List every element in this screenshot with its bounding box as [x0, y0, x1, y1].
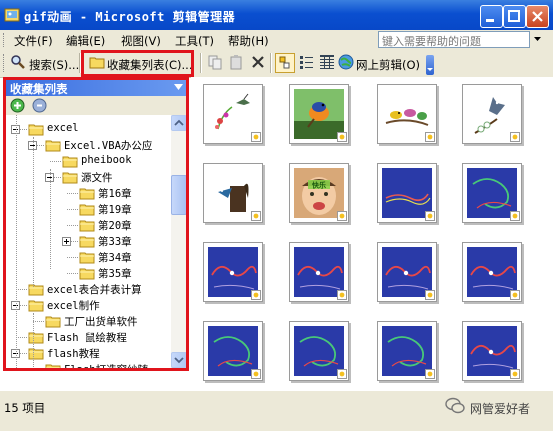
clip-gallery: 快乐 [191, 77, 553, 390]
clip-thumbnail[interactable] [462, 163, 522, 223]
paste-icon[interactable] [228, 54, 244, 70]
clip-thumbnail[interactable] [377, 321, 437, 381]
menubar-grip[interactable] [3, 33, 7, 47]
menu-edit[interactable]: 编辑(E) [66, 33, 105, 49]
clip-type-icon [425, 369, 435, 379]
clip-type-icon [510, 290, 520, 300]
clip-thumbnail[interactable] [203, 163, 263, 223]
highlight-frame-pane [3, 77, 189, 371]
clip-thumbnail[interactable]: 快乐 [289, 163, 349, 223]
chevron-down-icon[interactable] [533, 34, 542, 43]
clip-type-icon [251, 290, 261, 300]
clip-type-icon [510, 369, 520, 379]
help-search-input[interactable]: 键入需要帮助的问题 [378, 31, 530, 48]
clip-type-icon [510, 132, 520, 142]
watermark-text: 网管爱好者 [470, 402, 531, 416]
list-view-icon[interactable] [299, 54, 315, 70]
title-bar: gif动画 - Microsoft 剪辑管理器 [0, 0, 553, 30]
clip-thumbnail[interactable] [377, 163, 437, 223]
clip-type-icon [425, 211, 435, 221]
clip-type-icon [337, 369, 347, 379]
item-count: 15 项目 [4, 401, 46, 415]
clip-type-icon [251, 369, 261, 379]
menu-tools[interactable]: 工具(T) [175, 33, 214, 49]
toolbar-grip[interactable] [3, 54, 7, 72]
globe-icon [338, 54, 354, 70]
window-title: gif动画 - Microsoft 剪辑管理器 [24, 10, 236, 24]
online-clips-button[interactable]: 网上剪辑(O) [356, 57, 420, 76]
thumbnails-icon [279, 56, 290, 69]
clip-thumbnail[interactable] [289, 321, 349, 381]
clip-thumbnail[interactable] [203, 321, 263, 381]
search-icon [11, 55, 25, 69]
thumbnails-view-button[interactable] [275, 53, 295, 73]
minimize-icon [486, 19, 494, 22]
close-icon [532, 11, 543, 22]
clip-thumbnail[interactable] [203, 242, 263, 302]
clip-thumbnail[interactable] [289, 242, 349, 302]
clip-thumbnail[interactable] [462, 84, 522, 144]
chevron-down-icon [427, 68, 433, 71]
clip-type-icon [425, 132, 435, 142]
search-button[interactable]: 搜索(S)... [29, 57, 79, 76]
close-button[interactable] [526, 5, 549, 28]
wechat-icon [445, 397, 465, 414]
highlight-frame-toolbar [81, 50, 194, 77]
status-bar: 15 项目 网管爱好者 [0, 390, 553, 431]
clip-type-icon [251, 211, 261, 221]
maximize-button[interactable] [503, 5, 526, 28]
clip-thumbnail[interactable] [377, 84, 437, 144]
toolbar-overflow-button[interactable] [426, 55, 434, 75]
clip-type-icon [337, 211, 347, 221]
toolbar-separator [200, 53, 202, 73]
clip-thumbnail[interactable] [377, 242, 437, 302]
maximize-icon [508, 10, 520, 22]
menu-help[interactable]: 帮助(H) [228, 33, 269, 49]
clip-type-icon [425, 290, 435, 300]
copy-icon[interactable] [207, 54, 223, 70]
details-view-icon[interactable] [319, 54, 335, 70]
clip-type-icon [337, 290, 347, 300]
clip-type-icon [510, 211, 520, 221]
clip-type-icon [337, 132, 347, 142]
clip-thumbnail[interactable] [462, 321, 522, 381]
clip-thumbnail[interactable] [289, 84, 349, 144]
delete-icon[interactable] [250, 54, 266, 70]
clip-type-icon [251, 132, 261, 142]
clip-thumbnail[interactable] [203, 84, 263, 144]
clip-image-caption: 快乐 [312, 181, 326, 190]
menu-view[interactable]: 视图(V) [121, 33, 161, 49]
menu-file[interactable]: 文件(F) [14, 33, 53, 49]
minimize-button[interactable] [480, 5, 503, 28]
clip-thumbnail[interactable] [462, 242, 522, 302]
app-icon [4, 8, 20, 22]
toolbar-separator [270, 53, 272, 73]
